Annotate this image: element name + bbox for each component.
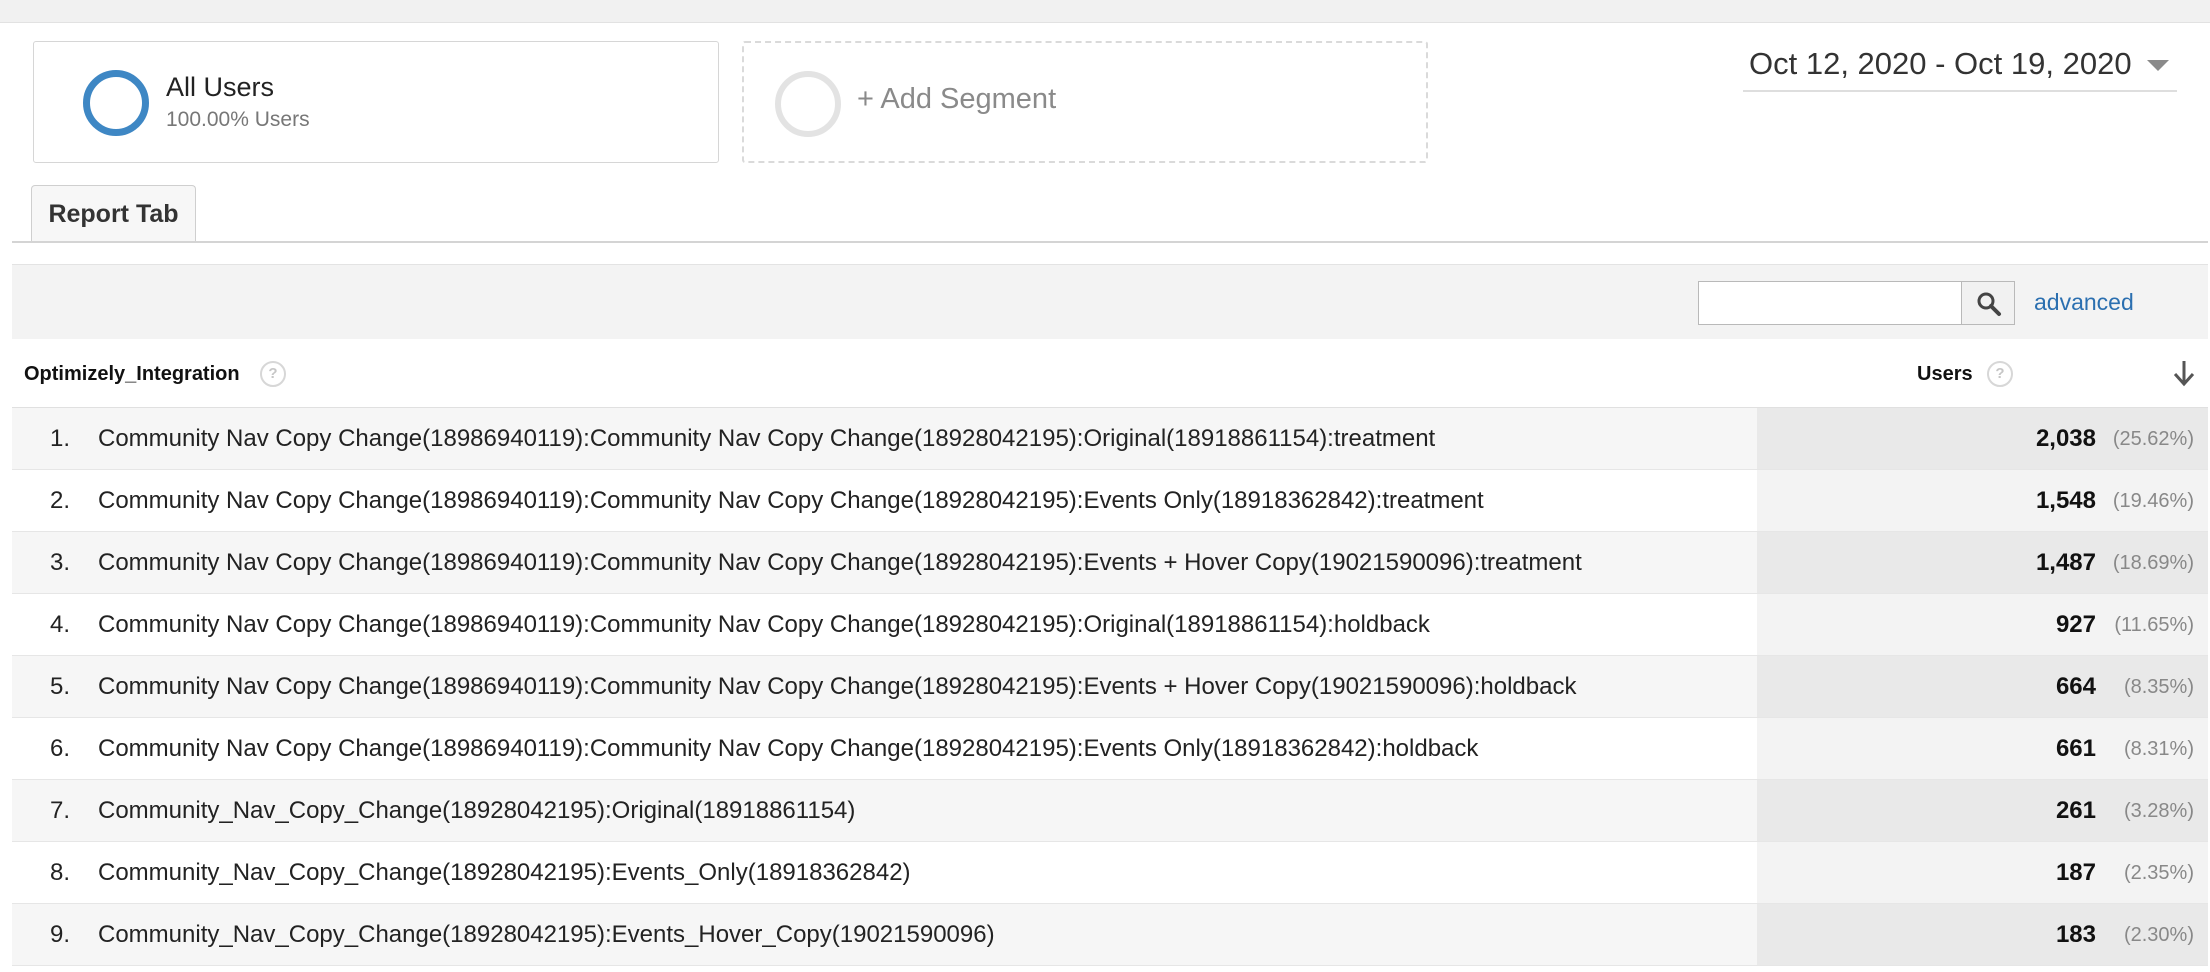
row-number: 8. xyxy=(49,859,70,886)
add-segment-label: + Add Segment xyxy=(857,83,1057,115)
row-label-link[interactable]: Community Nav Copy Change(18986940119):C… xyxy=(98,487,1484,515)
users-value: 183 xyxy=(2055,921,2096,948)
help-icon[interactable]: ? xyxy=(1987,361,2013,387)
table-row[interactable]: 8. Community_Nav_Copy_Change(18928042195)… xyxy=(12,842,2208,904)
table-row[interactable]: 1. Community Nav Copy Change(18986940119)… xyxy=(12,408,2208,470)
segment-all-users[interactable]: All Users 100.00% Users xyxy=(33,41,719,163)
users-percent: (3.28%) xyxy=(2123,800,2194,822)
segment-ring-icon xyxy=(83,70,149,136)
users-percent: (8.35%) xyxy=(2123,676,2194,698)
row-label-link[interactable]: Community Nav Copy Change(18986940119):C… xyxy=(98,735,1478,763)
users-cell: 1,487 (18.69%) xyxy=(1757,532,2208,593)
users-cell: 927 (11.65%) xyxy=(1757,594,2208,655)
add-segment-ring-icon xyxy=(775,71,841,137)
table-row[interactable]: 7. Community_Nav_Copy_Change(18928042195)… xyxy=(12,780,2208,842)
row-label-link[interactable]: Community_Nav_Copy_Change(18928042195):E… xyxy=(98,859,911,887)
search-icon xyxy=(1977,292,2001,316)
table-toolbar: advanced xyxy=(12,264,2208,340)
row-number: 9. xyxy=(49,921,70,948)
row-number: 3. xyxy=(49,549,70,576)
users-percent: (11.65%) xyxy=(2114,614,2194,636)
row-label-link[interactable]: Community Nav Copy Change(18986940119):C… xyxy=(98,673,1576,701)
users-value: 661 xyxy=(2055,735,2096,762)
table-row[interactable]: 2. Community Nav Copy Change(18986940119)… xyxy=(12,470,2208,532)
row-number: 2. xyxy=(49,487,70,514)
top-strip xyxy=(0,0,2210,23)
users-cell: 661 (8.31%) xyxy=(1757,718,2208,779)
users-value: 2,038 xyxy=(2035,425,2096,452)
row-label-link[interactable]: Community Nav Copy Change(18986940119):C… xyxy=(98,611,1430,639)
table-row[interactable]: 5. Community Nav Copy Change(18986940119)… xyxy=(12,656,2208,718)
search-button[interactable] xyxy=(1961,281,2015,325)
tab-report[interactable]: Report Tab xyxy=(31,185,196,243)
users-value: 261 xyxy=(2055,797,2096,824)
users-percent: (8.31%) xyxy=(2123,738,2194,760)
users-percent: (2.35%) xyxy=(2123,862,2194,884)
search-input[interactable] xyxy=(1698,281,1962,325)
table-row[interactable]: 6. Community Nav Copy Change(18986940119)… xyxy=(12,718,2208,780)
date-range-picker[interactable]: Oct 12, 2020 - Oct 19, 2020 xyxy=(1743,44,2177,92)
users-percent: (19.46%) xyxy=(2112,490,2194,512)
help-icon[interactable]: ? xyxy=(260,361,286,387)
row-number: 6. xyxy=(49,735,70,762)
users-cell: 2,038 (25.62%) xyxy=(1757,408,2208,469)
row-label-link[interactable]: Community Nav Copy Change(18986940119):C… xyxy=(98,425,1435,453)
users-value: 927 xyxy=(2055,611,2096,638)
row-label-link[interactable]: Community Nav Copy Change(18986940119):C… xyxy=(98,549,1582,577)
add-segment-button[interactable]: + Add Segment xyxy=(742,41,1428,163)
users-value: 1,548 xyxy=(2035,487,2096,514)
row-label-link[interactable]: Community_Nav_Copy_Change(18928042195):O… xyxy=(98,797,855,825)
row-number: 7. xyxy=(49,797,70,824)
dimension-header[interactable]: Optimizely_Integration xyxy=(24,363,240,386)
tab-divider xyxy=(12,241,2208,243)
metric-header-users[interactable]: Users xyxy=(1917,363,1973,386)
segment-subtitle: 100.00% Users xyxy=(166,108,310,131)
dropdown-caret-icon xyxy=(2147,60,2169,71)
date-range-text: Oct 12, 2020 - Oct 19, 2020 xyxy=(1749,46,2132,81)
users-cell: 183 (2.30%) xyxy=(1757,904,2208,965)
table-row[interactable]: 4. Community Nav Copy Change(18986940119)… xyxy=(12,594,2208,656)
users-cell: 1,548 (19.46%) xyxy=(1757,470,2208,531)
users-value: 664 xyxy=(2055,673,2096,700)
row-number: 5. xyxy=(49,673,70,700)
table-header: Optimizely_Integration ? Users ? xyxy=(12,339,2208,408)
users-cell: 187 (2.35%) xyxy=(1757,842,2208,903)
users-percent: (25.62%) xyxy=(2112,428,2194,450)
users-value: 1,487 xyxy=(2035,549,2096,576)
sort-down-arrow-icon[interactable] xyxy=(2172,358,2196,388)
row-number: 1. xyxy=(49,425,70,452)
segment-name: All Users xyxy=(166,72,275,102)
table-row[interactable]: 3. Community Nav Copy Change(18986940119)… xyxy=(12,532,2208,594)
users-cell: 664 (8.35%) xyxy=(1757,656,2208,717)
row-number: 4. xyxy=(49,611,70,638)
table-body: 1. Community Nav Copy Change(18986940119)… xyxy=(12,408,2208,966)
users-cell: 261 (3.28%) xyxy=(1757,780,2208,841)
table-row[interactable]: 9. Community_Nav_Copy_Change(18928042195)… xyxy=(12,904,2208,966)
row-label-link[interactable]: Community_Nav_Copy_Change(18928042195):E… xyxy=(98,921,995,949)
users-value: 187 xyxy=(2055,859,2096,886)
users-percent: (2.30%) xyxy=(2123,924,2194,946)
advanced-filter-link[interactable]: advanced xyxy=(2034,289,2134,316)
users-percent: (18.69%) xyxy=(2112,552,2194,574)
